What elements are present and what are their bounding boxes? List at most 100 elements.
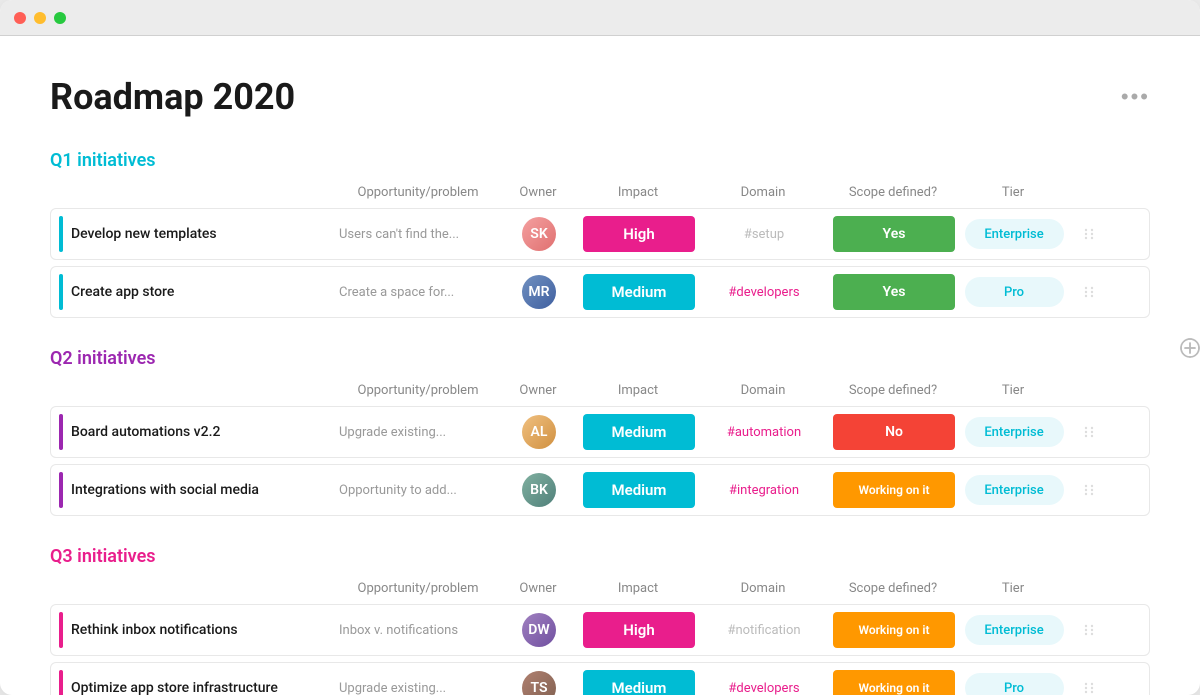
col-header-domain: Domain xyxy=(698,383,828,398)
avatar: SK xyxy=(522,217,556,251)
row-domain[interactable]: #setup xyxy=(699,227,829,242)
col-header-impact: Impact xyxy=(578,581,698,596)
tier-badge[interactable]: Pro xyxy=(965,277,1064,307)
drag-handle[interactable] xyxy=(1069,622,1109,638)
avatar-initials: TS xyxy=(530,680,547,695)
drag-handle[interactable] xyxy=(1069,680,1109,695)
row-domain[interactable]: #automation xyxy=(699,425,829,440)
row-name-cell: Optimize app store infrastructure xyxy=(59,670,339,695)
row-impact: High xyxy=(579,216,699,252)
drag-handle[interactable] xyxy=(1069,226,1109,242)
impact-badge[interactable]: Medium xyxy=(583,472,695,508)
row-border-indicator xyxy=(59,216,63,252)
row-owner: BK xyxy=(499,473,579,507)
row-impact: High xyxy=(579,612,699,648)
table-row: Develop new templates Users can't find th… xyxy=(50,208,1150,260)
tier-badge[interactable]: Enterprise xyxy=(965,615,1064,645)
section-title-q2: Q2 initiatives xyxy=(50,348,156,369)
row-domain[interactable]: #notification xyxy=(699,623,829,638)
row-name-text: Create app store xyxy=(71,284,174,300)
col-header-owner: Owner xyxy=(498,581,578,596)
row-scope: Yes xyxy=(829,274,959,310)
row-name-cell: Integrations with social media xyxy=(59,472,339,508)
section-q1: Q1 initiatives Opportunity/problemOwnerIm… xyxy=(50,150,1150,318)
scope-badge[interactable]: Working on it xyxy=(833,670,955,695)
sections-container: Q1 initiativesOpportunity/problemOwnerIm… xyxy=(50,150,1150,695)
tier-badge[interactable]: Enterprise xyxy=(965,219,1064,249)
row-opportunity: Users can't find the... xyxy=(339,227,499,242)
scope-badge[interactable]: Yes xyxy=(833,216,955,252)
section-q2: Q2 initiativesOpportunity/problemOwnerIm… xyxy=(50,348,1150,516)
row-impact: Medium xyxy=(579,472,699,508)
tier-badge[interactable]: Enterprise xyxy=(965,417,1064,447)
row-opportunity: Upgrade existing... xyxy=(339,681,499,695)
drag-handle[interactable] xyxy=(1069,482,1109,498)
col-header-owner: Owner xyxy=(498,185,578,200)
row-border-indicator xyxy=(59,472,63,508)
col-header-tier: Tier xyxy=(958,185,1068,200)
row-domain[interactable]: #developers xyxy=(699,681,829,695)
row-owner: SK xyxy=(499,217,579,251)
row-name-cell: Board automations v2.2 xyxy=(59,414,339,450)
row-domain[interactable]: #developers xyxy=(699,285,829,300)
avatar: DW xyxy=(522,613,556,647)
row-name-text: Develop new templates xyxy=(71,226,217,242)
impact-badge[interactable]: Medium xyxy=(583,414,695,450)
row-opportunity: Opportunity to add... xyxy=(339,483,499,498)
row-scope: No xyxy=(829,414,959,450)
columns-row-q1: Opportunity/problemOwnerImpactDomainScop… xyxy=(50,181,1150,204)
impact-badge[interactable]: Medium xyxy=(583,274,695,310)
col-header-scope: Scope defined? xyxy=(828,185,958,200)
col-header-tier: Tier xyxy=(958,581,1068,596)
impact-badge[interactable]: Medium xyxy=(583,670,695,695)
avatar-initials: MR xyxy=(528,284,549,300)
impact-badge[interactable]: High xyxy=(583,612,695,648)
tier-badge[interactable]: Enterprise xyxy=(965,475,1064,505)
row-name-cell: Create app store xyxy=(59,274,339,310)
titlebar xyxy=(0,0,1200,36)
row-impact: Medium xyxy=(579,274,699,310)
row-border-indicator xyxy=(59,414,63,450)
col-header-opportunity: Opportunity/problem xyxy=(338,383,498,398)
row-scope: Yes xyxy=(829,216,959,252)
section-header-q1: Q1 initiatives xyxy=(50,150,1150,171)
minimize-dot xyxy=(34,12,46,24)
row-scope: Working on it xyxy=(829,612,959,648)
avatar-initials: DW xyxy=(528,622,549,638)
avatar-initials: SK xyxy=(530,226,547,242)
section-header-q2: Q2 initiatives xyxy=(50,348,1150,369)
scope-badge[interactable]: Working on it xyxy=(833,612,955,648)
avatar: BK xyxy=(522,473,556,507)
avatar: MR xyxy=(522,275,556,309)
table-row: Board automations v2.2Upgrade existing..… xyxy=(50,406,1150,458)
scope-badge[interactable]: No xyxy=(833,414,955,450)
drag-handle[interactable] xyxy=(1069,284,1109,300)
row-domain[interactable]: #integration xyxy=(699,483,829,498)
columns-row-q3: Opportunity/problemOwnerImpactDomainScop… xyxy=(50,577,1150,600)
more-options-button[interactable]: ••• xyxy=(1121,84,1150,110)
row-tier: Pro xyxy=(959,277,1069,307)
section-header-q3: Q3 initiatives xyxy=(50,546,1150,567)
row-owner: DW xyxy=(499,613,579,647)
drag-handle[interactable] xyxy=(1069,424,1109,440)
row-tier: Enterprise xyxy=(959,475,1069,505)
row-scope: Working on it xyxy=(829,472,959,508)
row-name-cell: Develop new templates xyxy=(59,216,339,252)
scope-badge[interactable]: Yes xyxy=(833,274,955,310)
avatar-initials: BK xyxy=(530,482,548,498)
scope-badge[interactable]: Working on it xyxy=(833,472,955,508)
row-name-text: Board automations v2.2 xyxy=(71,424,220,440)
add-row-button-q3[interactable] xyxy=(1180,338,1200,358)
table-row: Rethink inbox notificationsInbox v. noti… xyxy=(50,604,1150,656)
section-title-q3: Q3 initiatives xyxy=(50,546,156,567)
row-name-text: Optimize app store infrastructure xyxy=(71,680,278,695)
row-scope: Working on it xyxy=(829,670,959,695)
avatar: TS xyxy=(522,671,556,695)
row-impact: Medium xyxy=(579,670,699,695)
row-tier: Enterprise xyxy=(959,417,1069,447)
impact-badge[interactable]: High xyxy=(583,216,695,252)
tier-badge[interactable]: Pro xyxy=(965,673,1064,695)
page-title: Roadmap 2020 xyxy=(50,76,295,118)
maximize-dot xyxy=(54,12,66,24)
col-header-opportunity: Opportunity/problem xyxy=(338,581,498,596)
